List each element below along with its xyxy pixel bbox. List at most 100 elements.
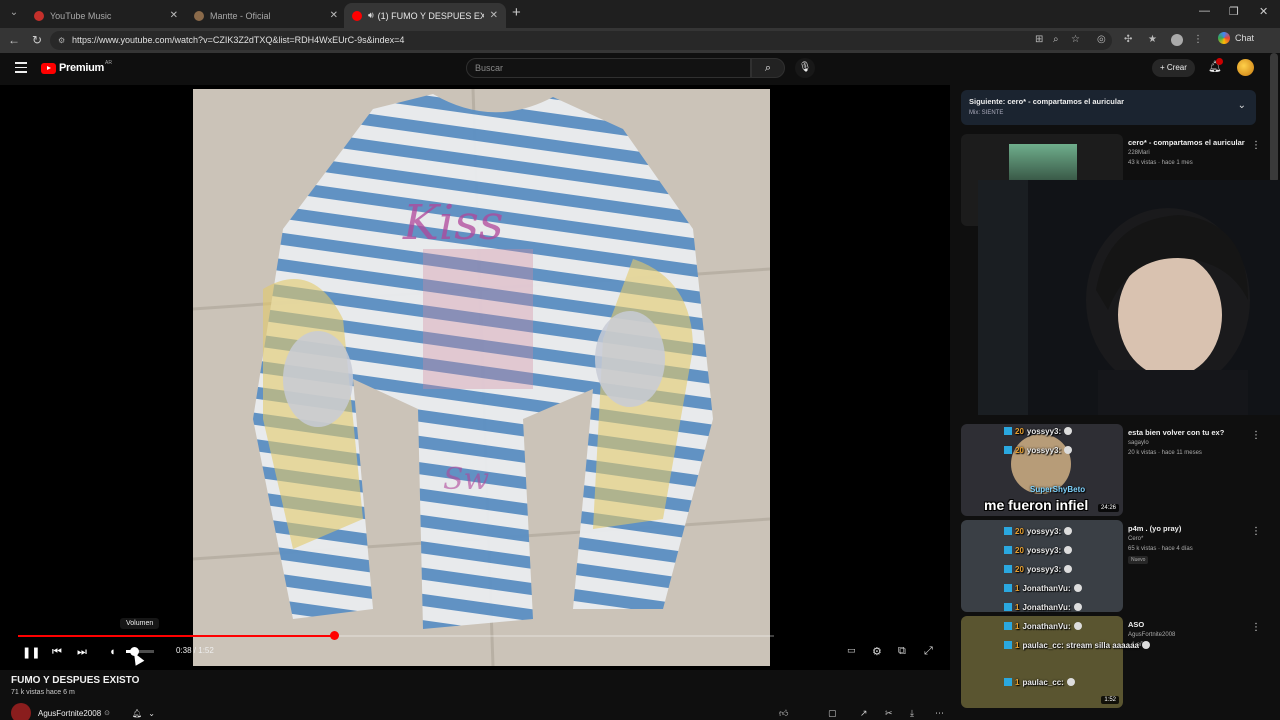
chevron-down-icon[interactable]: ⌄ xyxy=(148,709,155,718)
chat-badge-icon xyxy=(1004,678,1012,686)
tab-fumo-video[interactable]: 🔊︎ (1) FUMO Y DESPUES EXISTO ✕ xyxy=(344,3,506,28)
close-tab-icon[interactable]: ✕ xyxy=(170,10,178,21)
maximize-icon[interactable]: ❐ xyxy=(1229,5,1239,18)
minimize-icon[interactable]: — xyxy=(1199,5,1210,17)
fullscreen-icon[interactable]: ⤢ xyxy=(924,645,933,658)
chat-avatar-icon xyxy=(1141,641,1150,649)
next-icon[interactable]: ⏭︎ xyxy=(77,646,87,659)
extension-icon[interactable]: ◎ xyxy=(1097,34,1106,45)
youtube-premium-logo[interactable]: Premium AR xyxy=(41,60,112,74)
close-tab-icon[interactable]: ✕ xyxy=(330,10,338,21)
menu-dots-icon[interactable]: ⋮ xyxy=(1193,34,1203,45)
item-channel: Cero* xyxy=(1128,536,1144,542)
video-title: FUMO Y DESPUES EXISTO xyxy=(11,675,140,686)
super-chat-name: SuperShyBeto xyxy=(1030,485,1086,494)
channel-avatar[interactable] xyxy=(11,703,31,720)
like-icon[interactable]: 👍︎ xyxy=(779,708,788,719)
download-icon[interactable]: ⤓ xyxy=(910,708,914,719)
chat-user: JonathanVu: xyxy=(1022,584,1071,593)
youtube-music-favicon-icon xyxy=(34,10,44,21)
item-channel: AgusFortnite2008 xyxy=(1128,632,1176,638)
list-item[interactable]: me fueron infiel 24:26 esta bien volver … xyxy=(961,424,1261,516)
more-options-icon[interactable]: ⋮ xyxy=(1251,526,1261,537)
thumbnail-image xyxy=(1009,144,1077,180)
chat-user: paulac_cc: stream silla aaaaaa xyxy=(1022,641,1139,650)
site-info-icon[interactable]: ⚙ xyxy=(58,31,65,50)
duration-badge: 1:52 xyxy=(1101,696,1119,704)
chat-user: yossyy3: xyxy=(1026,427,1062,436)
puzzle-icon[interactable]: ✣ xyxy=(1124,34,1132,45)
pause-icon[interactable]: ❚❚ xyxy=(22,646,40,659)
chat-line: 1 JonathanVu: xyxy=(1004,622,1082,631)
bookmark-star-icon[interactable]: ☆ xyxy=(1071,34,1080,45)
install-app-icon[interactable]: ⊞ xyxy=(1035,34,1043,45)
progress-scrubber[interactable] xyxy=(330,631,339,640)
up-next-box[interactable]: Siguiente: cero* - compartamos el auricu… xyxy=(961,90,1256,125)
hamburger-menu-icon[interactable] xyxy=(15,62,27,76)
url-text: https://www.youtube.com/watch?v=CZIK3Z2d… xyxy=(72,35,405,45)
more-actions-icon[interactable]: ⋯ xyxy=(935,708,944,719)
page-scrollbar[interactable] xyxy=(1270,53,1278,183)
chat-badge-number: 20 xyxy=(1015,427,1024,436)
miniplayer-icon[interactable]: ⧉ xyxy=(898,645,906,658)
search-input[interactable]: Buscar xyxy=(466,58,751,78)
channel-name[interactable]: AgusFortnite2008 xyxy=(38,709,101,718)
clip-icon[interactable]: ✂ xyxy=(885,708,893,719)
gemini-chat-button[interactable]: Chat xyxy=(1218,32,1254,44)
chat-user: JonathanVu: xyxy=(1022,603,1071,612)
chat-line: 20 yossyy3: xyxy=(1004,446,1073,455)
chat-avatar-icon xyxy=(1073,584,1082,592)
logo-text: Premium xyxy=(59,62,104,74)
chat-user: yossyy3: xyxy=(1026,527,1062,536)
chat-label: Chat xyxy=(1235,33,1255,43)
reload-icon[interactable]: ↻ xyxy=(32,33,42,47)
create-button[interactable]: + Crear xyxy=(1152,59,1195,77)
channel-row[interactable]: AgusFortnite2008 ⊙ 🔔︎ ⌄ xyxy=(11,703,155,720)
chat-badge-icon xyxy=(1004,427,1012,435)
item-title[interactable]: esta bien volver con tu ex? xyxy=(1128,428,1248,437)
account-avatar[interactable] xyxy=(1237,59,1254,76)
more-options-icon[interactable]: ⋮ xyxy=(1251,622,1261,633)
tab-mantte[interactable]: Mantte - Oficial ✕ xyxy=(186,3,346,28)
progress-bar[interactable] xyxy=(18,631,774,640)
item-title[interactable]: ASO xyxy=(1128,620,1248,629)
item-title[interactable]: p4m . (yo pray) xyxy=(1128,524,1248,533)
close-window-icon[interactable]: ✕ xyxy=(1259,5,1268,18)
comment-icon[interactable]: ▢ xyxy=(828,708,837,719)
more-options-icon[interactable]: ⋮ xyxy=(1251,430,1261,441)
tab-label: (1) FUMO Y DESPUES EXISTO xyxy=(377,10,484,21)
webcam-overlay xyxy=(978,180,1280,415)
subtitles-icon[interactable]: ▭ xyxy=(847,645,856,656)
profile-icon[interactable] xyxy=(1171,34,1183,46)
chat-badge-number: 1 xyxy=(1015,584,1020,593)
settings-gear-icon[interactable]: ⚙ xyxy=(872,645,882,658)
close-tab-icon[interactable]: ✕ xyxy=(490,10,498,21)
share-icon[interactable]: ↗ xyxy=(860,708,868,719)
url-field[interactable]: ⚙ https://www.youtube.com/watch?v=CZIK3Z… xyxy=(50,31,1112,50)
chat-badge-icon xyxy=(1004,546,1012,554)
search-icon[interactable]: ⌕ xyxy=(751,58,785,78)
microphone-icon[interactable]: 🎙︎ xyxy=(795,58,815,78)
speaker-icon[interactable]: 🔊︎ xyxy=(368,10,374,21)
subscribe-bell-icon[interactable]: 🔔︎ xyxy=(132,709,142,718)
chat-line: 20 yossyy3: xyxy=(1004,527,1073,536)
item-channel: sagaylo xyxy=(1128,440,1149,446)
new-tab-button[interactable]: + xyxy=(512,5,521,21)
chat-badge-icon xyxy=(1004,622,1012,630)
chat-badge-number: 20 xyxy=(1015,527,1024,536)
chat-avatar-icon xyxy=(1064,427,1073,435)
more-options-icon[interactable]: ⋮ xyxy=(1251,140,1261,151)
back-icon[interactable]: ← xyxy=(8,33,20,47)
zoom-icon[interactable]: ⌕ xyxy=(1053,34,1059,45)
browser-tab-bar: ⌄ YouTube Music ✕ Mantte - Oficial ✕ 🔊︎ … xyxy=(0,0,1280,28)
bookmarks-icon[interactable]: ★ xyxy=(1148,34,1157,45)
tab-youtube-music[interactable]: YouTube Music ✕ xyxy=(26,3,186,28)
volume-icon[interactable]: ◖ xyxy=(109,646,116,658)
tab-search-icon[interactable]: ⌄ xyxy=(6,5,22,21)
item-title[interactable]: cero* - compartamos el auricular xyxy=(1128,138,1248,147)
chat-badge-icon xyxy=(1004,584,1012,592)
chevron-down-icon[interactable]: ⌄ xyxy=(1238,100,1246,111)
tab-label: YouTube Music xyxy=(50,10,112,21)
up-next-title: Siguiente: cero* - compartamos el auricu… xyxy=(969,97,1125,106)
previous-icon[interactable]: ⏮︎ xyxy=(52,646,62,659)
